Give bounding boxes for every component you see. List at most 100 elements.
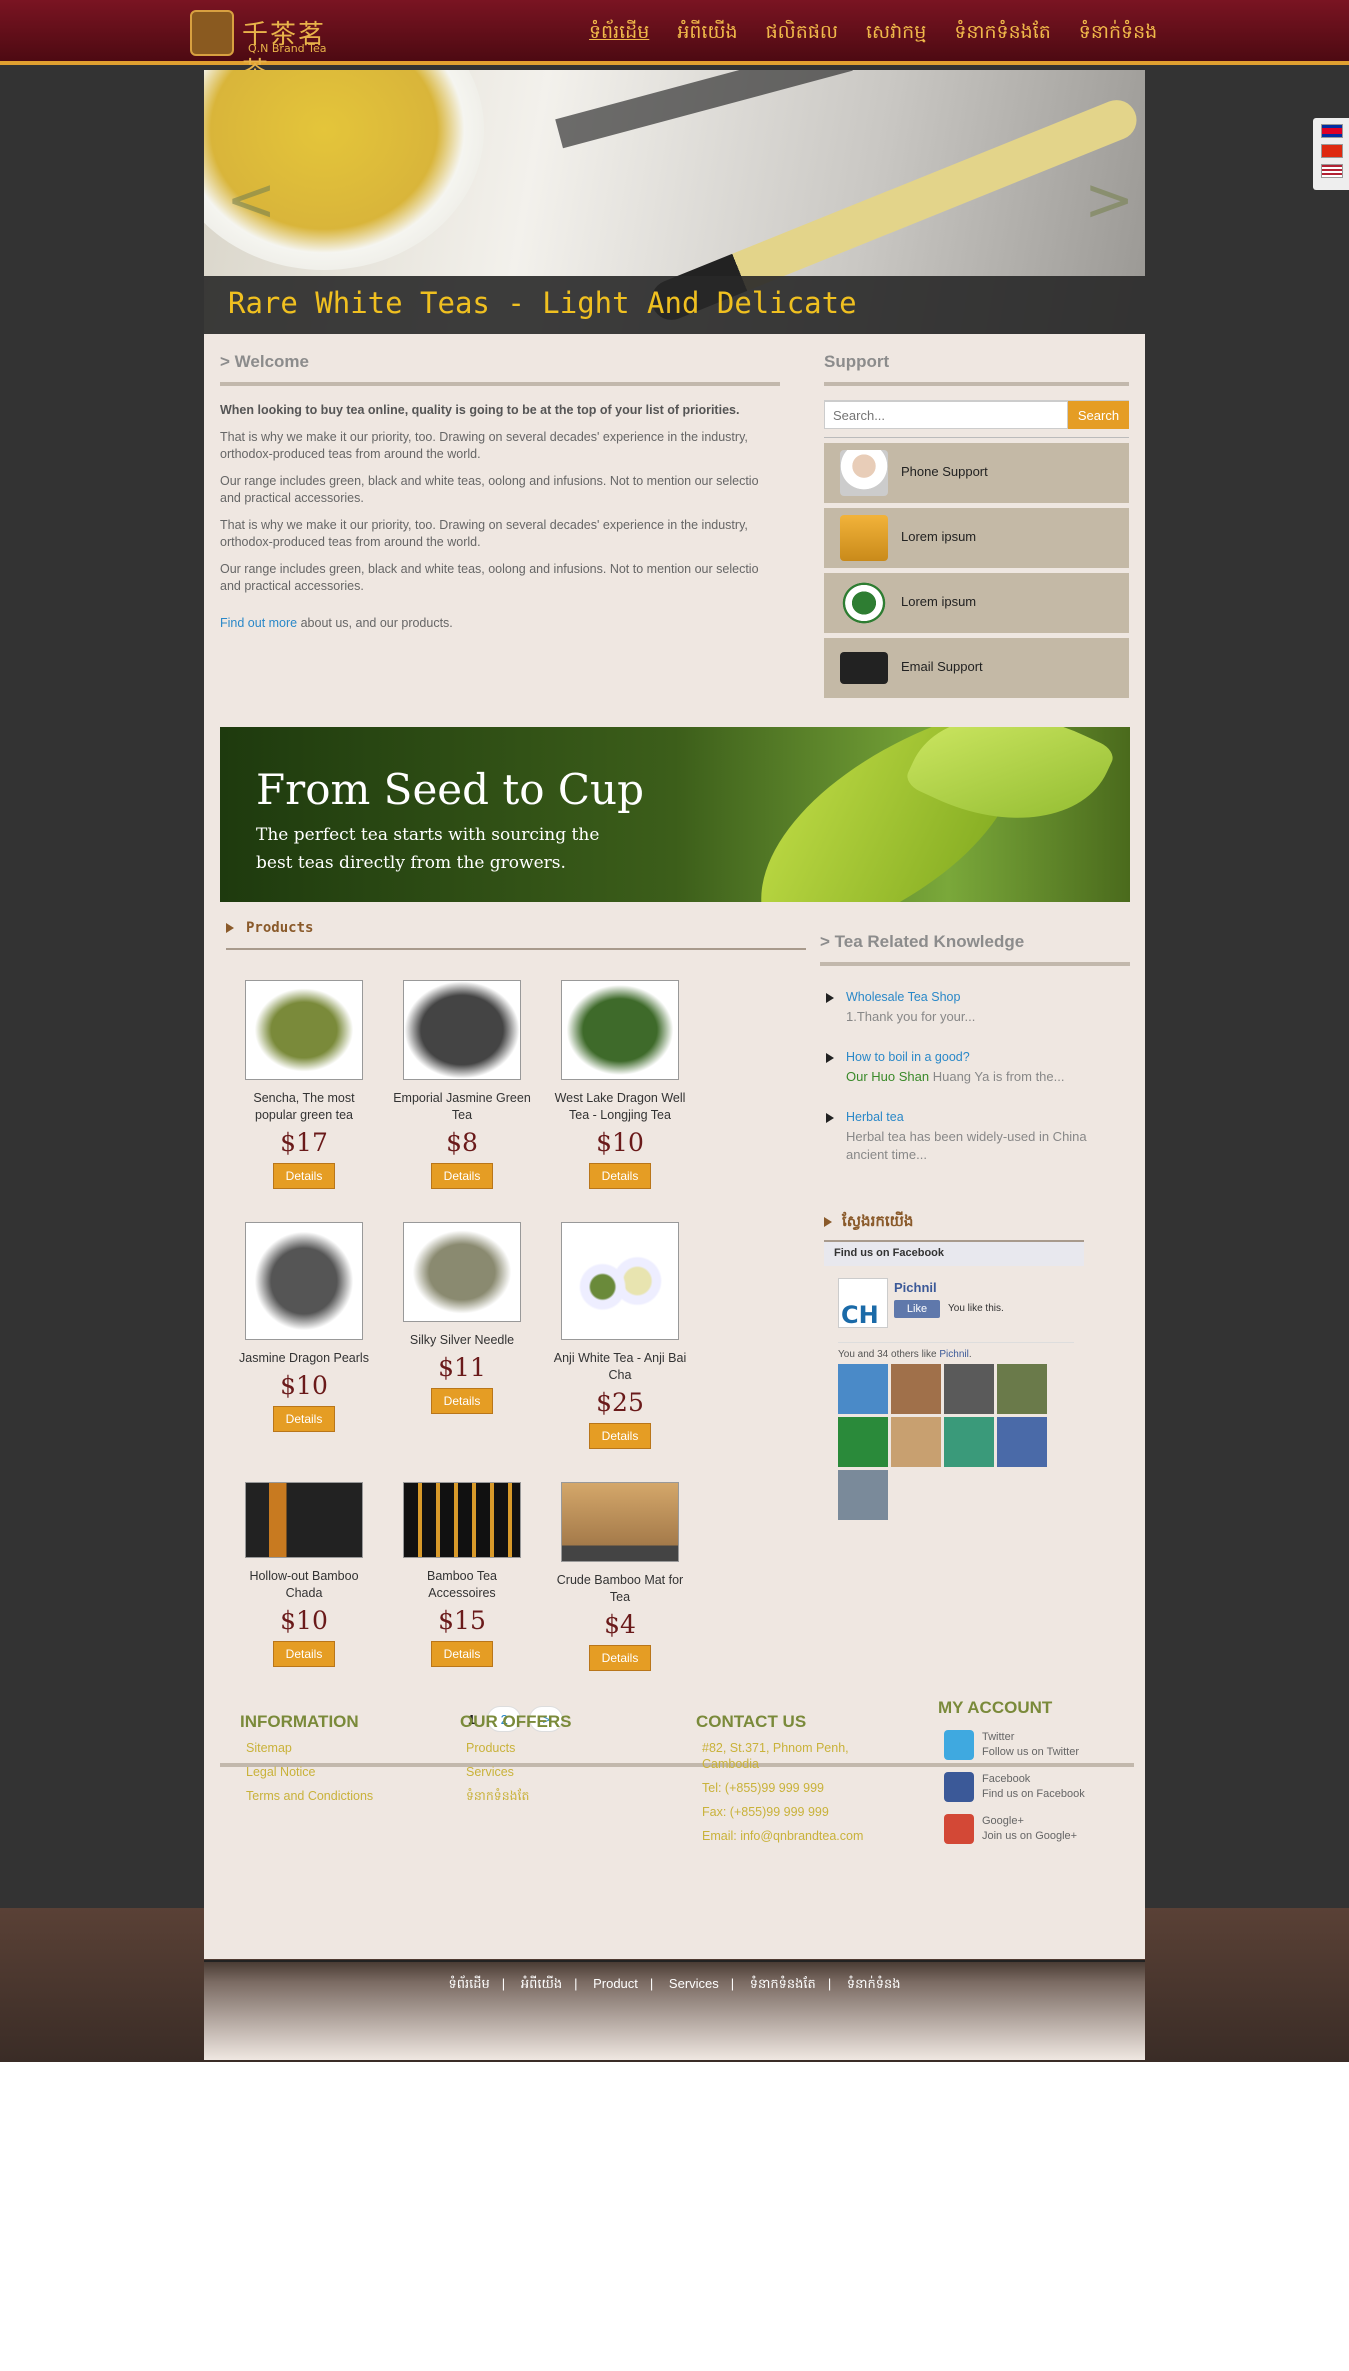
product-name[interactable]: Sencha, The most popular green tea bbox=[234, 1090, 374, 1124]
product-image[interactable] bbox=[245, 1222, 363, 1340]
social-facebook[interactable]: Facebook Find us on Facebook bbox=[944, 1772, 1085, 1802]
avatar[interactable] bbox=[944, 1364, 994, 1414]
product-name[interactable]: West Lake Dragon Well Tea - Longjing Tea bbox=[550, 1090, 690, 1124]
details-button[interactable]: Details bbox=[589, 1163, 651, 1189]
bottom-nav-tea-contact[interactable]: ទំនាកទំនងតែ bbox=[750, 1976, 816, 1991]
footer-link-legal[interactable]: Legal Notice bbox=[246, 1764, 373, 1780]
support-item-label: Lorem ipsum bbox=[901, 594, 977, 609]
find-us-title: ស្វែងរកយើង bbox=[824, 1212, 1124, 1234]
product-image[interactable] bbox=[245, 980, 363, 1080]
avatar[interactable] bbox=[891, 1364, 941, 1414]
details-button[interactable]: Details bbox=[589, 1645, 651, 1671]
find-out-more-link[interactable]: Find out more bbox=[220, 616, 297, 630]
footer-heading: CONTACT US bbox=[696, 1712, 807, 1731]
search-input[interactable] bbox=[824, 401, 1068, 429]
search-divider bbox=[824, 437, 1129, 438]
brand-logo[interactable]: 千茶茗茶 Q.N Brand Tea bbox=[190, 10, 330, 87]
product-image[interactable] bbox=[403, 980, 521, 1080]
product-name[interactable]: Jasmine Dragon Pearls bbox=[234, 1350, 374, 1367]
product-name[interactable]: Silky Silver Needle bbox=[392, 1332, 532, 1349]
knowledge-link[interactable]: Wholesale Tea Shop bbox=[846, 990, 1130, 1004]
footer-offers: OUR OFFERS Products Services ទំនាកទំនងតែ bbox=[460, 1712, 571, 1804]
footer-link-sitemap[interactable]: Sitemap bbox=[246, 1740, 373, 1756]
avatar[interactable] bbox=[838, 1417, 888, 1467]
avatar[interactable] bbox=[838, 1470, 888, 1520]
details-button[interactable]: Details bbox=[273, 1163, 335, 1189]
nav-home[interactable]: ទំព័រដើម bbox=[575, 20, 663, 48]
footer-link-tea-contact[interactable]: ទំនាកទំនងតែ bbox=[466, 1788, 571, 1804]
bottom-nav-product[interactable]: Product bbox=[593, 1976, 638, 1991]
support-item-phone[interactable]: Phone Support bbox=[824, 443, 1129, 503]
nav-services[interactable]: សេវាកម្ម bbox=[852, 20, 940, 48]
nav-tea-contact[interactable]: ទំនាកទំនងតែ bbox=[940, 20, 1064, 48]
product-image[interactable] bbox=[403, 1222, 521, 1322]
details-button[interactable]: Details bbox=[273, 1406, 335, 1432]
product-name[interactable]: Hollow-out Bamboo Chada bbox=[234, 1568, 374, 1602]
avatar[interactable] bbox=[997, 1417, 1047, 1467]
footer-link-products[interactable]: Products bbox=[466, 1740, 571, 1756]
footer-link-services[interactable]: Services bbox=[466, 1764, 571, 1780]
welcome-paragraph: That is why we make it our priority, too… bbox=[220, 518, 748, 549]
details-button[interactable]: Details bbox=[589, 1423, 651, 1449]
hero-slider: < > Rare White Teas - Light And Delicate bbox=[204, 70, 1145, 334]
social-google-plus[interactable]: Google+ Join us on Google+ bbox=[944, 1814, 1085, 1844]
product-name[interactable]: Anji White Tea - Anji Bai Cha bbox=[550, 1350, 690, 1384]
like-button[interactable]: Like bbox=[894, 1300, 940, 1318]
support-item-leaf[interactable]: Lorem ipsum bbox=[824, 573, 1129, 633]
bottom-nav-contact[interactable]: ទំនាក់ទំនង bbox=[847, 1976, 901, 1991]
support-item-tea[interactable]: Lorem ipsum bbox=[824, 508, 1129, 568]
headset-person-icon bbox=[840, 450, 888, 496]
bottom-nav-about[interactable]: អំពីយើង bbox=[521, 1976, 562, 1991]
product-card: Hollow-out Bamboo Chada $10 Details bbox=[234, 1482, 374, 1667]
knowledge-item: How to boil in a good? Our Huo Shan Huan… bbox=[820, 1050, 1130, 1086]
avatar[interactable] bbox=[944, 1417, 994, 1467]
product-name[interactable]: Crude Bamboo Mat for Tea bbox=[550, 1572, 690, 1606]
product-image[interactable] bbox=[561, 980, 679, 1080]
product-name[interactable]: Bamboo Tea Accessoires bbox=[392, 1568, 532, 1602]
product-card: Anji White Tea - Anji Bai Cha $25 Detail… bbox=[550, 1222, 690, 1449]
page-avatar[interactable]: CH bbox=[838, 1278, 888, 1329]
details-button[interactable]: Details bbox=[273, 1641, 335, 1667]
nav-about[interactable]: អំពីយើង bbox=[663, 20, 751, 48]
likes-page-link[interactable]: Pichnil bbox=[939, 1349, 968, 1360]
details-button[interactable]: Details bbox=[431, 1163, 493, 1189]
contact-email[interactable]: Email: info@qnbrandtea.com bbox=[702, 1828, 886, 1844]
product-price: $11 bbox=[438, 1353, 486, 1382]
details-button[interactable]: Details bbox=[431, 1641, 493, 1667]
cambodia-flag-icon[interactable] bbox=[1321, 124, 1343, 138]
slider-next-icon[interactable]: > bbox=[1084, 165, 1134, 235]
page-name-link[interactable]: Pichnil bbox=[894, 1280, 937, 1295]
social-twitter[interactable]: Twitter Follow us on Twitter bbox=[944, 1730, 1085, 1760]
knowledge-link[interactable]: Herbal tea bbox=[846, 1110, 1130, 1124]
seed-to-cup-banner[interactable]: From Seed to Cup The perfect tea starts … bbox=[220, 727, 1130, 902]
product-image[interactable] bbox=[403, 1482, 521, 1558]
product-image[interactable] bbox=[245, 1482, 363, 1558]
nav-contact[interactable]: ទំនាក់ទំនង bbox=[1065, 20, 1171, 48]
banner-headline: From Seed to Cup bbox=[256, 765, 644, 814]
product-image[interactable] bbox=[561, 1222, 679, 1340]
slider-prev-icon[interactable]: < bbox=[226, 165, 276, 235]
details-button[interactable]: Details bbox=[431, 1388, 493, 1414]
china-flag-icon[interactable] bbox=[1321, 144, 1343, 158]
knowledge-desc: Our Huo Shan Huang Ya is from the... bbox=[846, 1068, 1130, 1086]
language-switcher bbox=[1313, 118, 1349, 190]
social-name: Twitter bbox=[982, 1731, 1015, 1743]
support-item-email[interactable]: Email Support bbox=[824, 638, 1129, 698]
bottom-nav-home[interactable]: ទំព័រដើម bbox=[449, 1976, 490, 1991]
avatar[interactable] bbox=[891, 1417, 941, 1467]
product-image[interactable] bbox=[561, 1482, 679, 1562]
social-sub: Follow us on Twitter bbox=[982, 1746, 1080, 1758]
nav-products[interactable]: ផលិតផល bbox=[752, 20, 852, 48]
knowledge-desc: Herbal tea has been widely-used in China… bbox=[846, 1129, 1087, 1162]
knowledge-link[interactable]: How to boil in a good? bbox=[846, 1050, 1130, 1064]
separator: | bbox=[649, 1976, 654, 1991]
product-name[interactable]: Emporial Jasmine Green Tea bbox=[392, 1090, 532, 1124]
avatar[interactable] bbox=[838, 1364, 888, 1414]
products-divider bbox=[226, 948, 806, 950]
bottom-nav-services[interactable]: Services bbox=[669, 1976, 719, 1991]
search-button[interactable]: Search bbox=[1068, 401, 1129, 429]
social-text: Twitter Follow us on Twitter bbox=[982, 1730, 1079, 1760]
footer-link-terms[interactable]: Terms and Condictions bbox=[246, 1788, 373, 1804]
usa-flag-icon[interactable] bbox=[1321, 164, 1343, 178]
avatar[interactable] bbox=[997, 1364, 1047, 1414]
